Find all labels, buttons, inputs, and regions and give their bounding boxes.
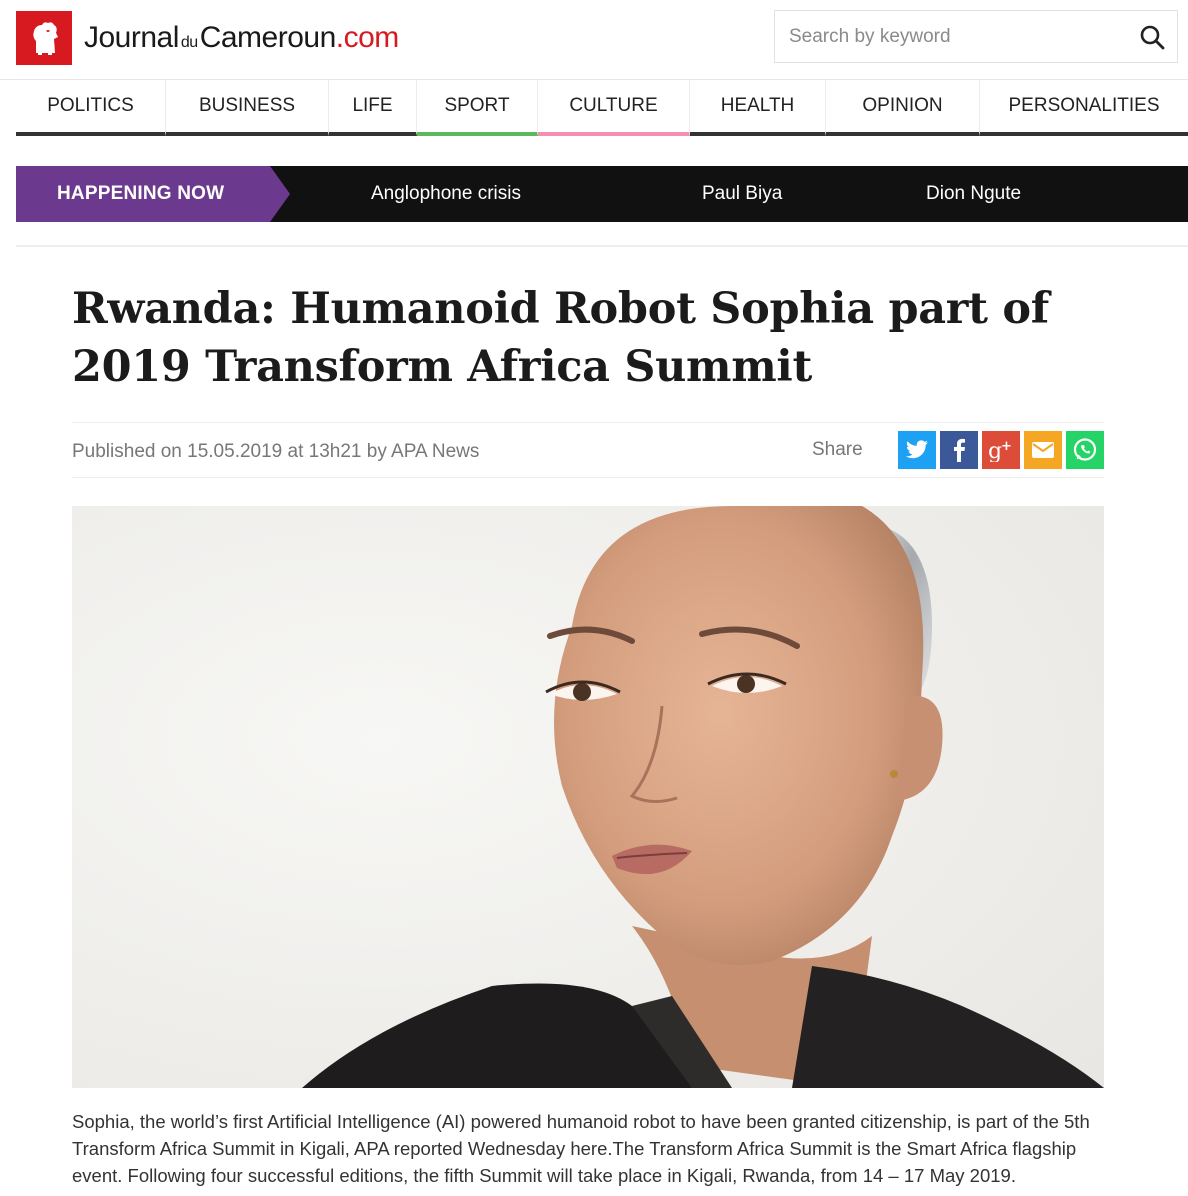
nav-item-sport[interactable]: SPORT: [417, 80, 538, 136]
nav-item-health[interactable]: HEALTH: [690, 80, 826, 136]
nav-item-personalities[interactable]: PERSONALITIES: [980, 80, 1188, 136]
svg-text:g: g: [988, 439, 1002, 462]
site-logo[interactable]: Journal duCameroun.com: [16, 11, 399, 65]
facebook-icon[interactable]: [940, 431, 978, 469]
trending-link-dion-ngute[interactable]: Dion Ngute: [926, 166, 1021, 222]
nav-item-business[interactable]: BUSINESS: [166, 80, 329, 136]
twitter-icon[interactable]: [898, 431, 936, 469]
published-info: Published on 15.05.2019 at 13h21 by APA …: [72, 441, 480, 462]
site-wordmark: Journal duCameroun.com: [84, 21, 399, 54]
main-navigation: POLITICS BUSINESS LIFE SPORT CULTURE HEA…: [16, 80, 1188, 136]
happening-now-bar: HAPPENING NOW Anglophone crisis Paul Biy…: [16, 166, 1188, 222]
trending-link-anglophone-crisis[interactable]: Anglophone crisis: [371, 166, 521, 222]
nav-item-life[interactable]: LIFE: [329, 80, 417, 136]
article-title: Rwanda: Humanoid Robot Sophia part of 20…: [72, 284, 1049, 392]
article-body: Sophia, the world’s first Artificial Int…: [72, 1111, 1090, 1186]
nav-item-culture[interactable]: CULTURE: [538, 80, 690, 136]
search-input[interactable]: [775, 11, 1127, 62]
article-meta: Published on 15.05.2019 at 13h21 by APA …: [72, 422, 1104, 478]
site-header: Journal duCameroun.com: [0, 0, 1188, 80]
search-icon[interactable]: [1127, 11, 1177, 62]
nav-item-politics[interactable]: POLITICS: [16, 80, 166, 136]
share-label: Share: [812, 439, 863, 460]
trending-link-paul-biya[interactable]: Paul Biya: [702, 166, 782, 222]
happening-now-label: HAPPENING NOW: [16, 166, 290, 222]
email-icon[interactable]: [1024, 431, 1062, 469]
whatsapp-icon[interactable]: [1066, 431, 1104, 469]
article-photo: [72, 506, 1104, 1088]
search-box: [774, 10, 1178, 63]
lion-logo-icon: [16, 11, 72, 65]
svg-text:+: +: [1001, 439, 1012, 454]
google-plus-icon[interactable]: g +: [982, 431, 1020, 469]
section-divider: [16, 245, 1188, 247]
nav-item-opinion[interactable]: OPINION: [826, 80, 980, 136]
